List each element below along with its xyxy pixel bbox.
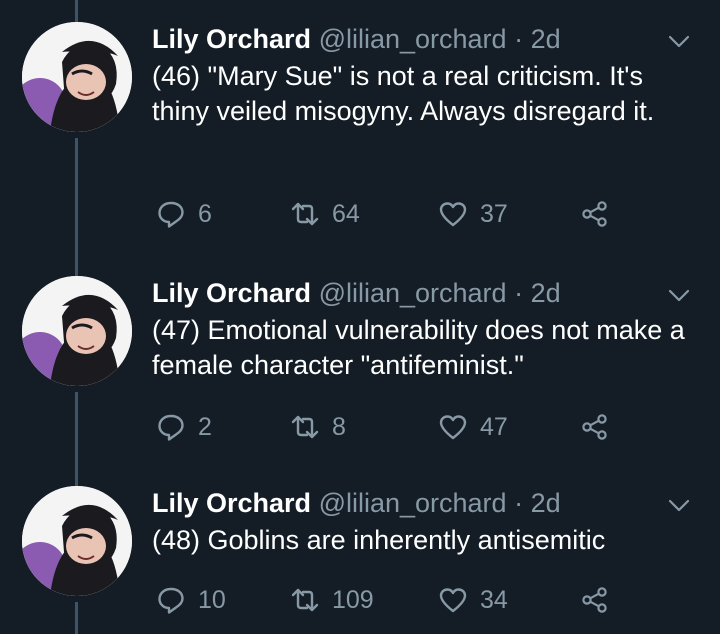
avatar[interactable] <box>22 22 132 132</box>
avatar-image <box>22 276 132 386</box>
tweet-text: (48) Goblins are inherently antisemitic <box>152 525 606 555</box>
like-button[interactable]: 47 <box>438 409 508 445</box>
reply-count: 10 <box>198 585 226 614</box>
author-handle[interactable]: @lilian_orchard <box>319 488 507 518</box>
like-count: 37 <box>480 199 508 228</box>
reply-button[interactable]: 10 <box>156 582 226 618</box>
like-count: 34 <box>480 585 508 614</box>
chevron-down-icon[interactable] <box>666 282 692 308</box>
share-icon <box>582 587 607 613</box>
author-name[interactable]: Lily Orchard <box>152 24 311 54</box>
share-button[interactable] <box>580 582 610 618</box>
retweet-count: 8 <box>332 412 346 441</box>
retweet-count: 64 <box>332 199 360 228</box>
chevron-down-icon[interactable] <box>666 492 692 518</box>
timestamp[interactable]: 2d <box>531 24 561 54</box>
separator: · <box>514 488 524 518</box>
like-button[interactable]: 34 <box>438 582 508 618</box>
reply-icon <box>158 587 184 614</box>
retweet-count: 109 <box>332 585 374 614</box>
heart-icon <box>439 202 467 227</box>
retweet-icon <box>291 588 319 612</box>
tweet-header: Lily Orchard @lilian_orchard · 2d <box>152 22 561 56</box>
heart-icon <box>439 415 467 440</box>
reply-icon <box>158 201 184 228</box>
retweet-icon <box>291 202 319 226</box>
avatar-image <box>22 486 132 596</box>
retweet-icon <box>291 415 319 439</box>
chevron-down-icon[interactable] <box>666 28 692 54</box>
author-handle[interactable]: @lilian_orchard <box>319 278 507 308</box>
timestamp[interactable]: 2d <box>531 488 561 518</box>
author-name[interactable]: Lily Orchard <box>152 488 311 518</box>
retweet-button[interactable]: 8 <box>290 409 346 445</box>
timestamp[interactable]: 2d <box>531 278 561 308</box>
tweet-actions: 6 64 37 <box>152 196 632 232</box>
tweet-header: Lily Orchard @lilian_orchard · 2d <box>152 276 561 310</box>
reply-button[interactable]: 2 <box>156 409 212 445</box>
share-icon <box>582 201 607 227</box>
separator: · <box>514 278 524 308</box>
separator: · <box>514 24 524 54</box>
avatar[interactable] <box>22 276 132 386</box>
tweet-actions: 10 109 34 <box>152 582 632 618</box>
tweet[interactable]: Lily Orchard @lilian_orchard · 2d (47) E… <box>0 276 720 466</box>
retweet-button[interactable]: 109 <box>290 582 374 618</box>
thread-line-top <box>75 0 78 22</box>
like-button[interactable]: 37 <box>438 196 508 232</box>
retweet-button[interactable]: 64 <box>290 196 360 232</box>
author-name[interactable]: Lily Orchard <box>152 278 311 308</box>
heart-icon <box>439 588 467 613</box>
tweet-actions: 2 8 47 <box>152 409 632 445</box>
reply-count: 6 <box>198 199 212 228</box>
author-handle[interactable]: @lilian_orchard <box>319 24 507 54</box>
tweet-header: Lily Orchard @lilian_orchard · 2d <box>152 486 561 520</box>
share-icon <box>582 414 607 440</box>
avatar-image <box>22 22 132 132</box>
like-count: 47 <box>480 412 508 441</box>
reply-count: 2 <box>198 412 212 441</box>
tweet-text: (47) Emotional vulnerability does not ma… <box>152 315 685 380</box>
reply-icon <box>158 414 184 441</box>
tweet[interactable]: Lily Orchard @lilian_orchard · 2d (46) "… <box>0 22 720 252</box>
share-button[interactable] <box>580 196 610 232</box>
tweet-text: (46) "Mary Sue" is not a real criticism.… <box>152 61 655 126</box>
share-button[interactable] <box>580 409 610 445</box>
reply-button[interactable]: 6 <box>156 196 212 232</box>
avatar[interactable] <box>22 486 132 596</box>
tweet[interactable]: Lily Orchard @lilian_orchard · 2d (48) G… <box>0 486 720 634</box>
